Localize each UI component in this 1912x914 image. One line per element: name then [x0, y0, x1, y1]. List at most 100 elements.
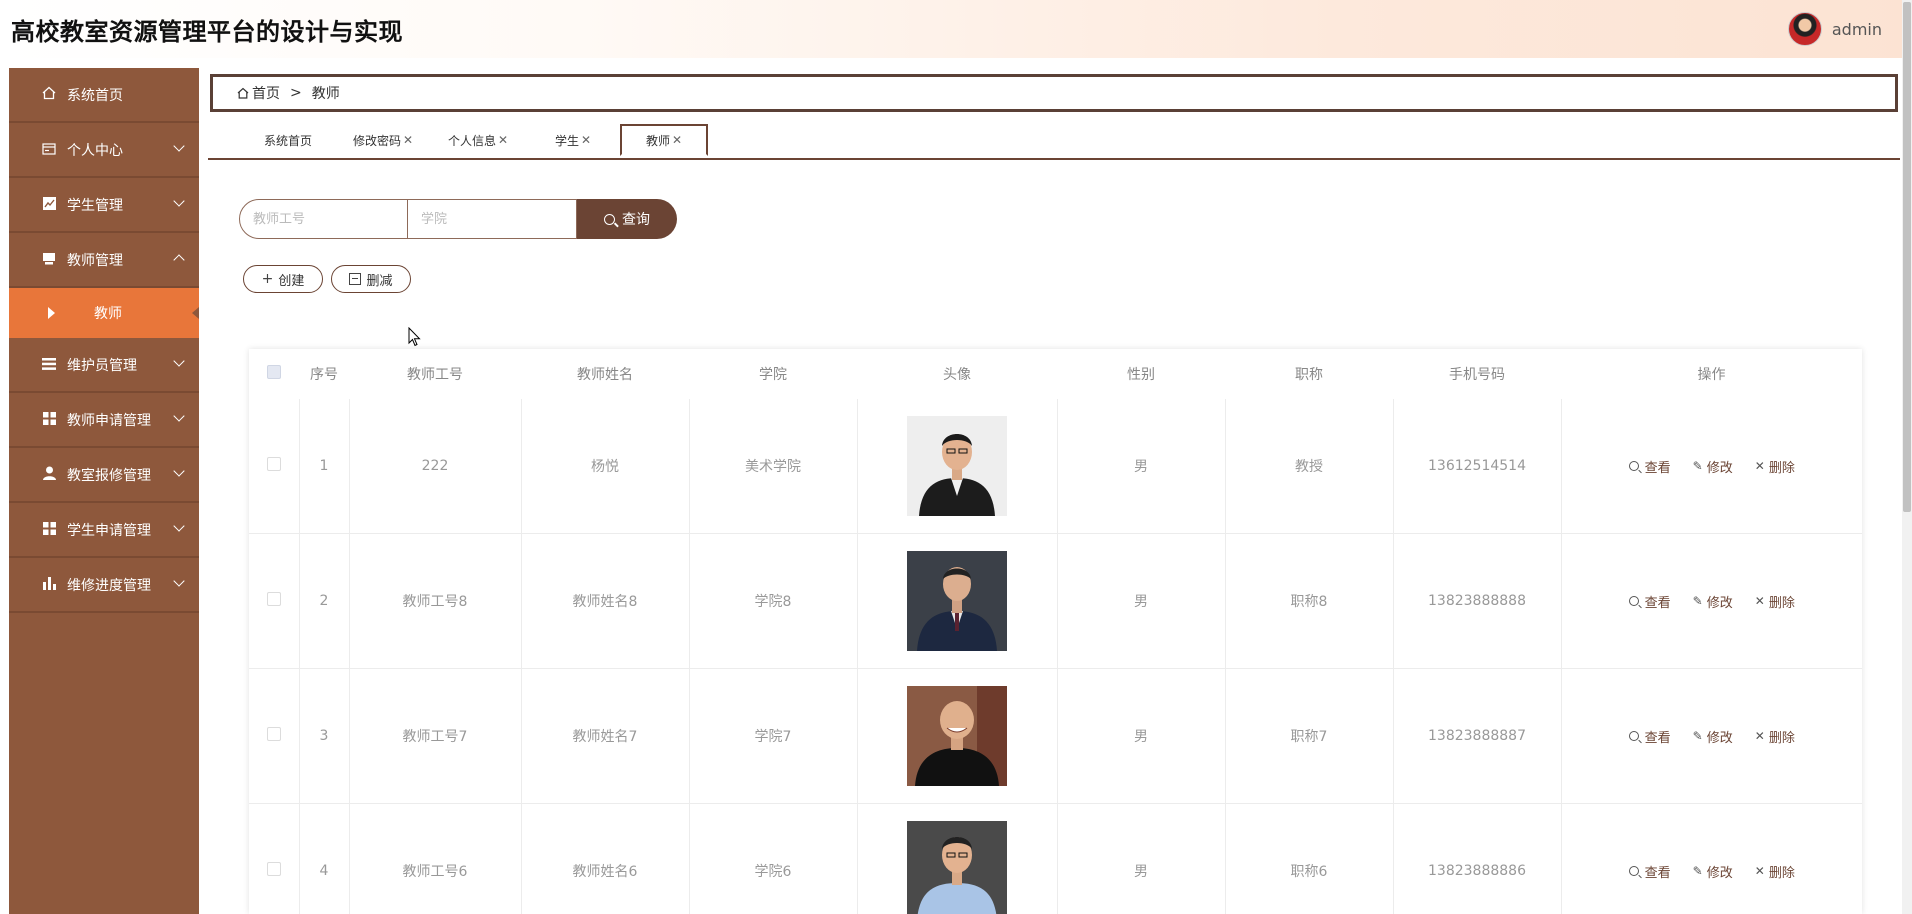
operations-cell: 查看 ✎ 修改 ✕ 删除: [1561, 399, 1862, 534]
row-select-cell: [249, 803, 300, 914]
view-button[interactable]: 查看: [1628, 457, 1671, 476]
delete-batch-button[interactable]: 删减: [331, 265, 411, 293]
edit-button[interactable]: ✎ 修改: [1693, 727, 1733, 746]
close-icon[interactable]: ✕: [581, 133, 591, 147]
caret-right-icon: [48, 307, 55, 319]
sidebar-subitem-teacher[interactable]: 教师: [9, 288, 199, 338]
sidebar-item-teacher-management[interactable]: 教师管理: [9, 233, 199, 288]
college-cell: 学院7: [689, 668, 858, 804]
sidebar-item-label: 学生管理: [67, 197, 123, 214]
column-header: 手机号码: [1393, 349, 1561, 399]
sidebar-item-teacher-application[interactable]: 教师申请管理: [9, 393, 199, 448]
row-checkbox[interactable]: [266, 727, 281, 741]
teacher-name-cell: 教师姓名7: [521, 668, 690, 804]
tab-student[interactable]: 学生 ✕: [533, 124, 613, 156]
row-select-cell: [249, 668, 300, 804]
pencil-icon: ✎: [1692, 459, 1703, 473]
college-cell: 学院8: [689, 533, 858, 669]
tab-label: 教师: [645, 133, 670, 148]
delete-button[interactable]: ✕ 删除: [1755, 457, 1795, 476]
tab-label: 学生: [554, 133, 579, 148]
sidebar-item-personal-center[interactable]: 个人中心: [9, 123, 199, 178]
sidebar-item-repair-progress[interactable]: 维修进度管理: [9, 558, 199, 613]
sidebar-item-classroom-repair[interactable]: 教室报修管理: [9, 448, 199, 503]
chevron-down-icon: [173, 410, 185, 422]
column-header: 职称: [1225, 349, 1393, 399]
tab-label: 个人信息: [447, 133, 496, 148]
search-icon: [604, 213, 615, 225]
view-button[interactable]: 查看: [1628, 862, 1671, 881]
tab-home[interactable]: 系统首页: [248, 124, 328, 156]
view-label: 查看: [1644, 730, 1671, 746]
row-checkbox[interactable]: [266, 592, 281, 606]
sidebar-subitem-label: 教师: [94, 306, 122, 322]
sidebar-item-student-management[interactable]: 学生管理: [9, 178, 199, 233]
delete-batch-button-label: 删减: [366, 273, 393, 289]
search-button[interactable]: 查询: [577, 199, 677, 239]
teacher-table: 序号 教师工号 教师姓名 学院 头像 性别 职称 手机号码 操作 1 222 杨…: [249, 349, 1862, 914]
edit-button[interactable]: ✎ 修改: [1693, 592, 1733, 611]
card-icon: [39, 141, 59, 159]
gender-cell: 男: [1057, 533, 1226, 669]
plus-icon: +: [261, 271, 274, 287]
edit-button[interactable]: ✎ 修改: [1693, 457, 1733, 476]
home-icon: [237, 87, 249, 99]
column-header: 学院: [689, 349, 857, 399]
home-icon: [39, 86, 59, 104]
search-icon: [1628, 731, 1639, 741]
chevron-down-icon: [173, 355, 185, 367]
column-header: 性别: [1057, 349, 1225, 399]
sidebar-item-label: 系统首页: [67, 87, 123, 104]
grid-icon: [39, 521, 59, 539]
delete-button[interactable]: ✕ 删除: [1755, 727, 1795, 746]
delete-button[interactable]: ✕ 删除: [1755, 592, 1795, 611]
avatar[interactable]: [1787, 12, 1822, 46]
row-number: 3: [299, 668, 350, 804]
view-label: 查看: [1644, 460, 1671, 476]
table-row: 4 教师工号6 教师姓名6 学院6 男 职称6 13823888886 查看 ✎…: [249, 803, 1862, 914]
user-menu[interactable]: admin: [1787, 12, 1882, 46]
tab-teacher[interactable]: 教师 ✕: [620, 124, 708, 156]
select-all-cell: [249, 349, 299, 399]
row-checkbox[interactable]: [266, 862, 281, 876]
title-cell: 职称8: [1225, 533, 1394, 669]
sidebar-item-student-application[interactable]: 学生申请管理: [9, 503, 199, 558]
phone-cell: 13612514514: [1393, 399, 1562, 534]
pencil-icon: ✎: [1692, 729, 1703, 743]
delete-button[interactable]: ✕ 删除: [1755, 862, 1795, 881]
title-cell: 教授: [1225, 399, 1394, 534]
row-number: 4: [299, 803, 350, 914]
view-button[interactable]: 查看: [1628, 727, 1671, 746]
create-button[interactable]: + 创建: [243, 265, 323, 293]
select-all-checkbox[interactable]: [267, 365, 281, 379]
sidebar-item-home[interactable]: 系统首页: [9, 68, 199, 123]
sidebar-item-label: 教室报修管理: [67, 467, 151, 484]
tab-personal-info[interactable]: 个人信息 ✕: [438, 124, 518, 156]
active-indicator: [192, 307, 199, 319]
page-scrollbar[interactable]: [1902, 0, 1912, 914]
sidebar-item-label: 教师管理: [67, 252, 123, 269]
gender-cell: 男: [1057, 399, 1226, 534]
printer-icon: [39, 251, 59, 269]
chevron-down-icon: [173, 575, 185, 587]
scrollbar-thumb[interactable]: [1903, 2, 1911, 512]
username[interactable]: admin: [1832, 20, 1882, 39]
edit-button[interactable]: ✎ 修改: [1693, 862, 1733, 881]
college-search-input[interactable]: [408, 199, 577, 239]
tab-bar: 系统首页 修改密码 ✕ 个人信息 ✕ 学生 ✕ 教师 ✕: [208, 124, 1900, 160]
column-header: 教师姓名: [521, 349, 689, 399]
edit-label: 修改: [1706, 595, 1733, 611]
avatar-cell: [857, 668, 1058, 804]
close-icon[interactable]: ✕: [403, 133, 413, 147]
tab-change-password[interactable]: 修改密码 ✕: [343, 124, 423, 156]
view-button[interactable]: 查看: [1628, 592, 1671, 611]
teacher-name-cell: 教师姓名8: [521, 533, 690, 669]
phone-cell: 13823888886: [1393, 803, 1562, 914]
breadcrumb-home[interactable]: 首页: [252, 83, 280, 103]
close-icon[interactable]: ✕: [498, 133, 508, 147]
row-checkbox[interactable]: [266, 457, 281, 471]
close-icon[interactable]: ✕: [672, 133, 682, 147]
teacher-id-search-input[interactable]: [239, 199, 408, 239]
chevron-down-icon: [173, 195, 185, 207]
sidebar-item-maintainer-management[interactable]: 维护员管理: [9, 338, 199, 393]
